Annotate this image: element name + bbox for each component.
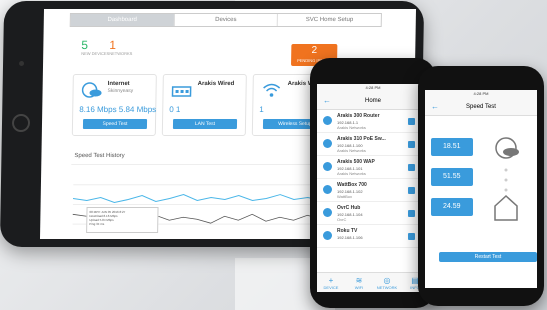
- manage-icon[interactable]: [408, 164, 415, 171]
- power-strip-icon: [323, 185, 332, 194]
- device-row[interactable]: WattBox 700 192.168.1.102 WattBox: [317, 179, 429, 202]
- speed-test-button[interactable]: Speed Test: [82, 119, 148, 129]
- speed-result: 18.51 Mbps: [431, 138, 473, 168]
- new-devices-stat: 5 NEW DEVICES: [81, 38, 110, 56]
- page-title: Speed Test: [466, 104, 496, 110]
- tab-wifi[interactable]: ≋ WIFI: [345, 273, 373, 292]
- speed-path-diagram: [494, 137, 519, 221]
- graph-tooltip: 08 MPH JUN 05 2016 8:27 Download 8.16 Mbp…: [86, 207, 159, 233]
- manage-icon[interactable]: [408, 118, 415, 125]
- internet-card: Internet Skinnyeasy 8.16 Mbps 5.84 Mbps S…: [71, 74, 157, 136]
- speed-result: 24.59 Mbps: [431, 198, 473, 228]
- phone-screen: 4:28 PM ← Speed Test 18.51 Mbps 51.55 Mb…: [425, 90, 537, 288]
- bottom-tab-bar: + DEVICE ≋ WIFI ◎ NETWORK ▤ INFO: [317, 272, 429, 292]
- nav-bar: ← Speed Test: [425, 98, 537, 116]
- manage-icon[interactable]: [408, 141, 415, 148]
- speed-history-title: Speed Test History: [74, 153, 125, 159]
- back-arrow-icon[interactable]: ←: [323, 96, 331, 105]
- speed-result: 51.55 Mbps: [431, 168, 473, 198]
- router-icon: [323, 116, 332, 125]
- switch-icon: [171, 86, 192, 97]
- port-values: 0 1: [169, 105, 181, 114]
- phone-speed-test: 4:28 PM ← Speed Test 18.51 Mbps 51.55 Mb…: [418, 66, 544, 306]
- home-button[interactable]: [11, 114, 31, 132]
- page-title: Home: [364, 98, 381, 104]
- wifi-icon: [323, 162, 332, 171]
- manage-icon[interactable]: [408, 210, 415, 217]
- speed-values: 8.16 Mbps 5.84 Mbps: [79, 105, 157, 114]
- tab-device[interactable]: + DEVICE: [317, 273, 345, 292]
- tab-home-setup[interactable]: SVC Home Setup: [278, 14, 381, 26]
- client-values: 1: [259, 105, 264, 114]
- status-bar: 4:28 PM: [425, 90, 537, 98]
- phone-screen: 4:28 PM ← Home ⌕ Arakis 300 Router192.16…: [317, 84, 429, 292]
- plus-icon: +: [328, 276, 334, 285]
- device-row[interactable]: Arakis 500 WAP 192.168.1.101 Arakis Networ…: [317, 156, 429, 179]
- card-title: Internet Skinnyeasy: [107, 81, 134, 94]
- globe-cloud-icon: [81, 82, 102, 98]
- lan-test-button[interactable]: LAN Test: [172, 119, 238, 129]
- hub-icon: [323, 208, 332, 217]
- status-bar: 4:28 PM: [317, 84, 429, 92]
- card-title: Arakis Wired: [197, 81, 235, 87]
- tab-dashboard[interactable]: Dashboard: [70, 14, 175, 26]
- device-row[interactable]: OvrC Hub 192.168.1.104 OvrC: [317, 202, 429, 225]
- camera: [19, 61, 25, 66]
- device-row[interactable]: Arakis 300 Router 192.168.1.1 Arakis Netwo…: [317, 110, 429, 133]
- restart-test-button[interactable]: Restart Test: [439, 252, 537, 262]
- device-row[interactable]: Roku TV 192.168.1.106: [317, 225, 429, 248]
- tab-network[interactable]: ◎ NETWORK: [373, 273, 401, 292]
- tab-bar: Dashboard Devices SVC Home Setup: [69, 13, 382, 27]
- tv-icon: [323, 231, 332, 240]
- nav-bar: ← Home ⌕: [317, 92, 429, 110]
- tab-devices[interactable]: Devices: [174, 14, 279, 26]
- networks-stat: 1 NETWORKS: [109, 38, 133, 56]
- back-arrow-icon[interactable]: ←: [431, 102, 439, 111]
- switch-icon: [323, 139, 332, 148]
- manage-icon[interactable]: [408, 187, 415, 194]
- device-row[interactable]: Arakis 310 PoE Sw... 192.168.1.100 Arakis …: [317, 133, 429, 156]
- network-icon: ◎: [383, 276, 391, 285]
- wired-card: Arakis Wired 0 1 LAN Test: [161, 74, 247, 136]
- wifi-icon: [263, 83, 281, 97]
- manage-icon[interactable]: [408, 233, 415, 240]
- wifi-icon: ≋: [355, 276, 363, 285]
